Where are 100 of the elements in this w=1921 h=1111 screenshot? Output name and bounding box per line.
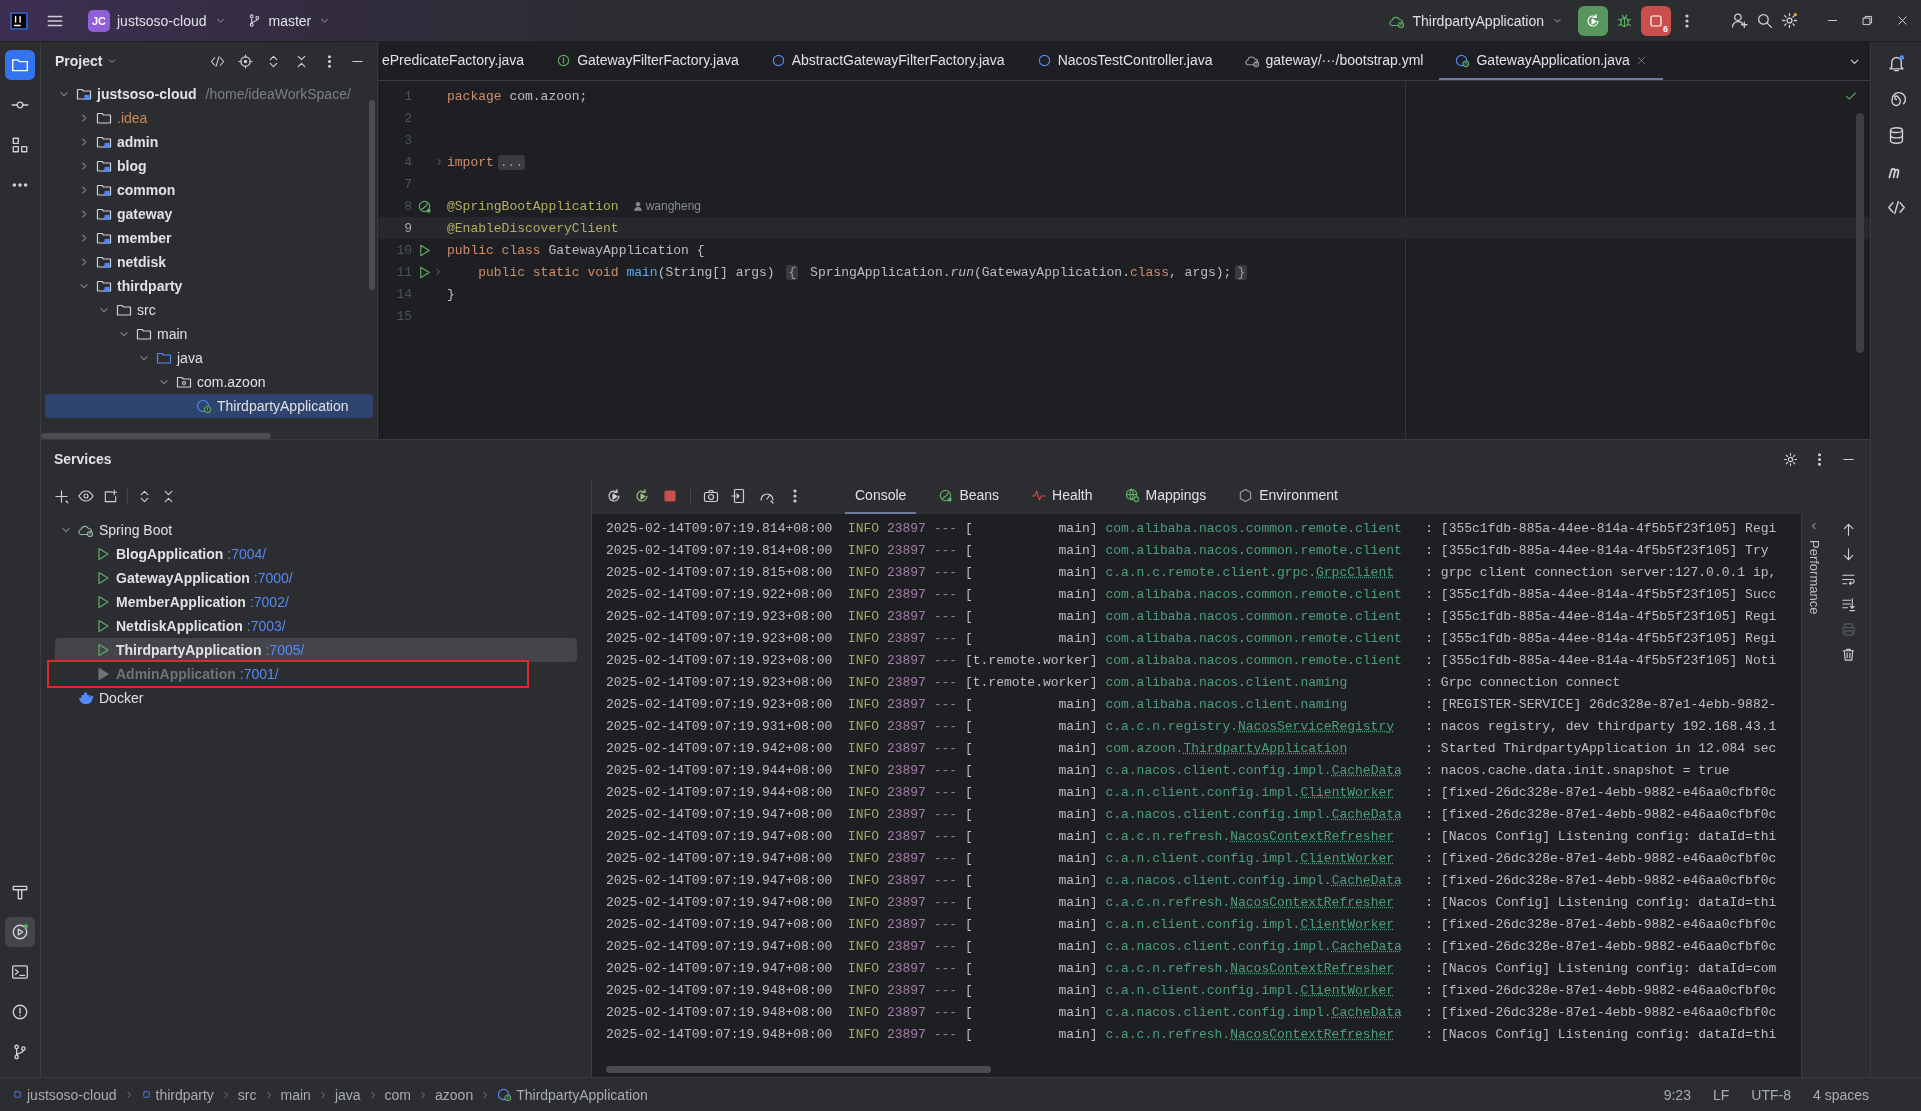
rerun-icon[interactable]	[606, 488, 622, 504]
scrollbar[interactable]	[369, 100, 375, 290]
eye-icon[interactable]	[78, 488, 94, 504]
tree-item[interactable]: blog	[117, 158, 147, 174]
class-link[interactable]: ClientWorker	[1300, 851, 1395, 866]
class-link[interactable]: ClientWorker	[1300, 785, 1395, 800]
class-link[interactable]: ClientWorker	[1300, 917, 1395, 932]
problems-icon[interactable]	[11, 1003, 29, 1021]
class-link[interactable]: ClientWorker	[1300, 983, 1395, 998]
class-link[interactable]: CacheData	[1331, 807, 1402, 822]
breadcrumb[interactable]: java	[334, 1086, 361, 1103]
debug-icon[interactable]	[1616, 12, 1633, 29]
tree-item[interactable]: main	[157, 326, 188, 342]
class-link[interactable]: NacosContextRefresher	[1230, 829, 1395, 844]
breadcrumb[interactable]: azoon	[435, 1086, 474, 1103]
class-link[interactable]: NacosContextRefresher	[1230, 1027, 1395, 1042]
settings-icon[interactable]	[1783, 451, 1798, 467]
class-link[interactable]: CacheData	[1331, 873, 1402, 888]
tree-item[interactable]: java	[177, 350, 203, 366]
side-tab[interactable]: Performance	[1806, 540, 1822, 615]
scrollbar[interactable]	[606, 1066, 991, 1073]
project-icon[interactable]	[11, 56, 29, 74]
class-link[interactable]: GrpcClient	[1316, 565, 1395, 580]
run-configuration[interactable]: ThirdpartyApplication	[1383, 5, 1570, 36]
port-link[interactable]: :7000/	[253, 570, 293, 586]
settings-icon[interactable]	[1781, 12, 1798, 29]
close-icon[interactable]	[1896, 14, 1909, 27]
add-icon[interactable]	[54, 488, 69, 504]
status-item[interactable]: LF	[1712, 1086, 1730, 1103]
new-tab-icon[interactable]	[103, 488, 118, 504]
tree-item[interactable]: ThirdpartyApplication	[116, 642, 262, 658]
restore-icon[interactable]	[1861, 14, 1874, 27]
run-icon[interactable]	[417, 242, 432, 258]
class-link[interactable]: NacosContextRefresher	[1230, 961, 1395, 976]
class-link[interactable]: ThirdpartyApplication	[1183, 741, 1348, 756]
tree-item[interactable]: gateway	[117, 206, 173, 222]
console-tab[interactable]: Health	[1021, 478, 1103, 514]
trash-icon[interactable]	[1840, 647, 1856, 662]
tree-item[interactable]: Docker	[99, 690, 144, 706]
class-link[interactable]: NacosContextRefresher	[1230, 895, 1395, 910]
console-tab[interactable]: Console	[845, 478, 917, 514]
services-icon[interactable]	[11, 923, 29, 941]
breadcrumb[interactable]: thirdparty	[140, 1086, 214, 1103]
tree-item[interactable]: netdisk	[117, 254, 166, 270]
notifications-icon[interactable]	[1886, 54, 1906, 73]
folded-code[interactable]: ...	[497, 154, 526, 170]
terminal-icon[interactable]	[11, 963, 29, 981]
tree-item[interactable]: justsoso-cloud	[97, 86, 197, 102]
tree-item[interactable]: BlogApplication	[116, 546, 224, 562]
camera-icon[interactable]	[703, 488, 719, 504]
add-user-icon[interactable]	[1731, 12, 1748, 29]
folded-code[interactable]: }	[1235, 264, 1248, 280]
breadcrumb[interactable]: src	[237, 1086, 257, 1103]
editor-tab[interactable]: AbstractGatewayFilterFactory.java	[754, 42, 1021, 80]
editor-tab[interactable]: NacosTestController.java	[1020, 42, 1229, 80]
stop-icon[interactable]	[662, 488, 678, 504]
tree-item[interactable]: member	[117, 230, 172, 246]
stop-button[interactable]: 6	[1641, 5, 1671, 36]
tree-item[interactable]: .idea	[117, 110, 148, 126]
scroll-to-end-icon[interactable]	[1840, 597, 1856, 612]
class-link[interactable]: CacheData	[1331, 1005, 1402, 1020]
editor-tab[interactable]: GatewayFilterFactory.java	[540, 42, 755, 80]
breadcrumb[interactable]: ThirdpartyApplication	[497, 1086, 648, 1103]
tree-item[interactable]: NetdiskApplication	[116, 618, 243, 634]
search-icon[interactable]	[1756, 12, 1773, 29]
scrollbar[interactable]	[41, 433, 271, 439]
status-item[interactable]: UTF-8	[1751, 1086, 1791, 1103]
editor-tab[interactable]: ePredicateFactory.java	[378, 42, 541, 80]
breadcrumb[interactable]: justsoso-cloud	[12, 1086, 117, 1103]
tree-item[interactable]: Spring Boot	[99, 522, 173, 538]
locate-icon[interactable]	[238, 53, 253, 69]
tree-item[interactable]: thirdparty	[117, 278, 183, 294]
branch-switcher[interactable]: master	[240, 5, 338, 36]
folded-code[interactable]: {	[786, 264, 799, 280]
build-icon[interactable]	[11, 883, 29, 901]
class-link[interactable]: CacheData	[1331, 763, 1402, 778]
tree-item[interactable]: MemberApplication	[116, 594, 246, 610]
structure-icon[interactable]	[11, 136, 29, 154]
scrollbar[interactable]	[1856, 113, 1864, 353]
console-tab[interactable]: Beans	[928, 478, 1010, 514]
tree-item[interactable]: ThirdpartyApplication	[217, 398, 349, 414]
exit-icon[interactable]	[731, 488, 747, 504]
soft-wrap-icon[interactable]	[1840, 572, 1856, 587]
bean-icon[interactable]	[417, 198, 432, 214]
port-link[interactable]: :7003/	[246, 618, 286, 634]
rerun-button[interactable]	[1578, 5, 1608, 36]
port-link[interactable]: :7001/	[239, 666, 279, 682]
class-link[interactable]: CacheData	[1331, 939, 1402, 954]
restart-icon[interactable]	[634, 488, 650, 504]
console-tab[interactable]: Environment	[1228, 478, 1348, 514]
breadcrumb[interactable]: main	[280, 1086, 311, 1103]
tree-item[interactable]: common	[117, 182, 176, 198]
close-icon[interactable]	[1635, 54, 1647, 66]
panel-title[interactable]: Project	[55, 53, 119, 69]
console-tab[interactable]: Mappings	[1114, 478, 1217, 514]
git-icon[interactable]	[11, 1043, 29, 1061]
run-icon[interactable]	[417, 264, 432, 280]
class-link[interactable]: NacosServiceRegistry	[1238, 719, 1395, 734]
port-link[interactable]: :7002/	[249, 594, 289, 610]
editor-tab[interactable]: gateway/···/bootstrap.yml	[1228, 42, 1440, 80]
